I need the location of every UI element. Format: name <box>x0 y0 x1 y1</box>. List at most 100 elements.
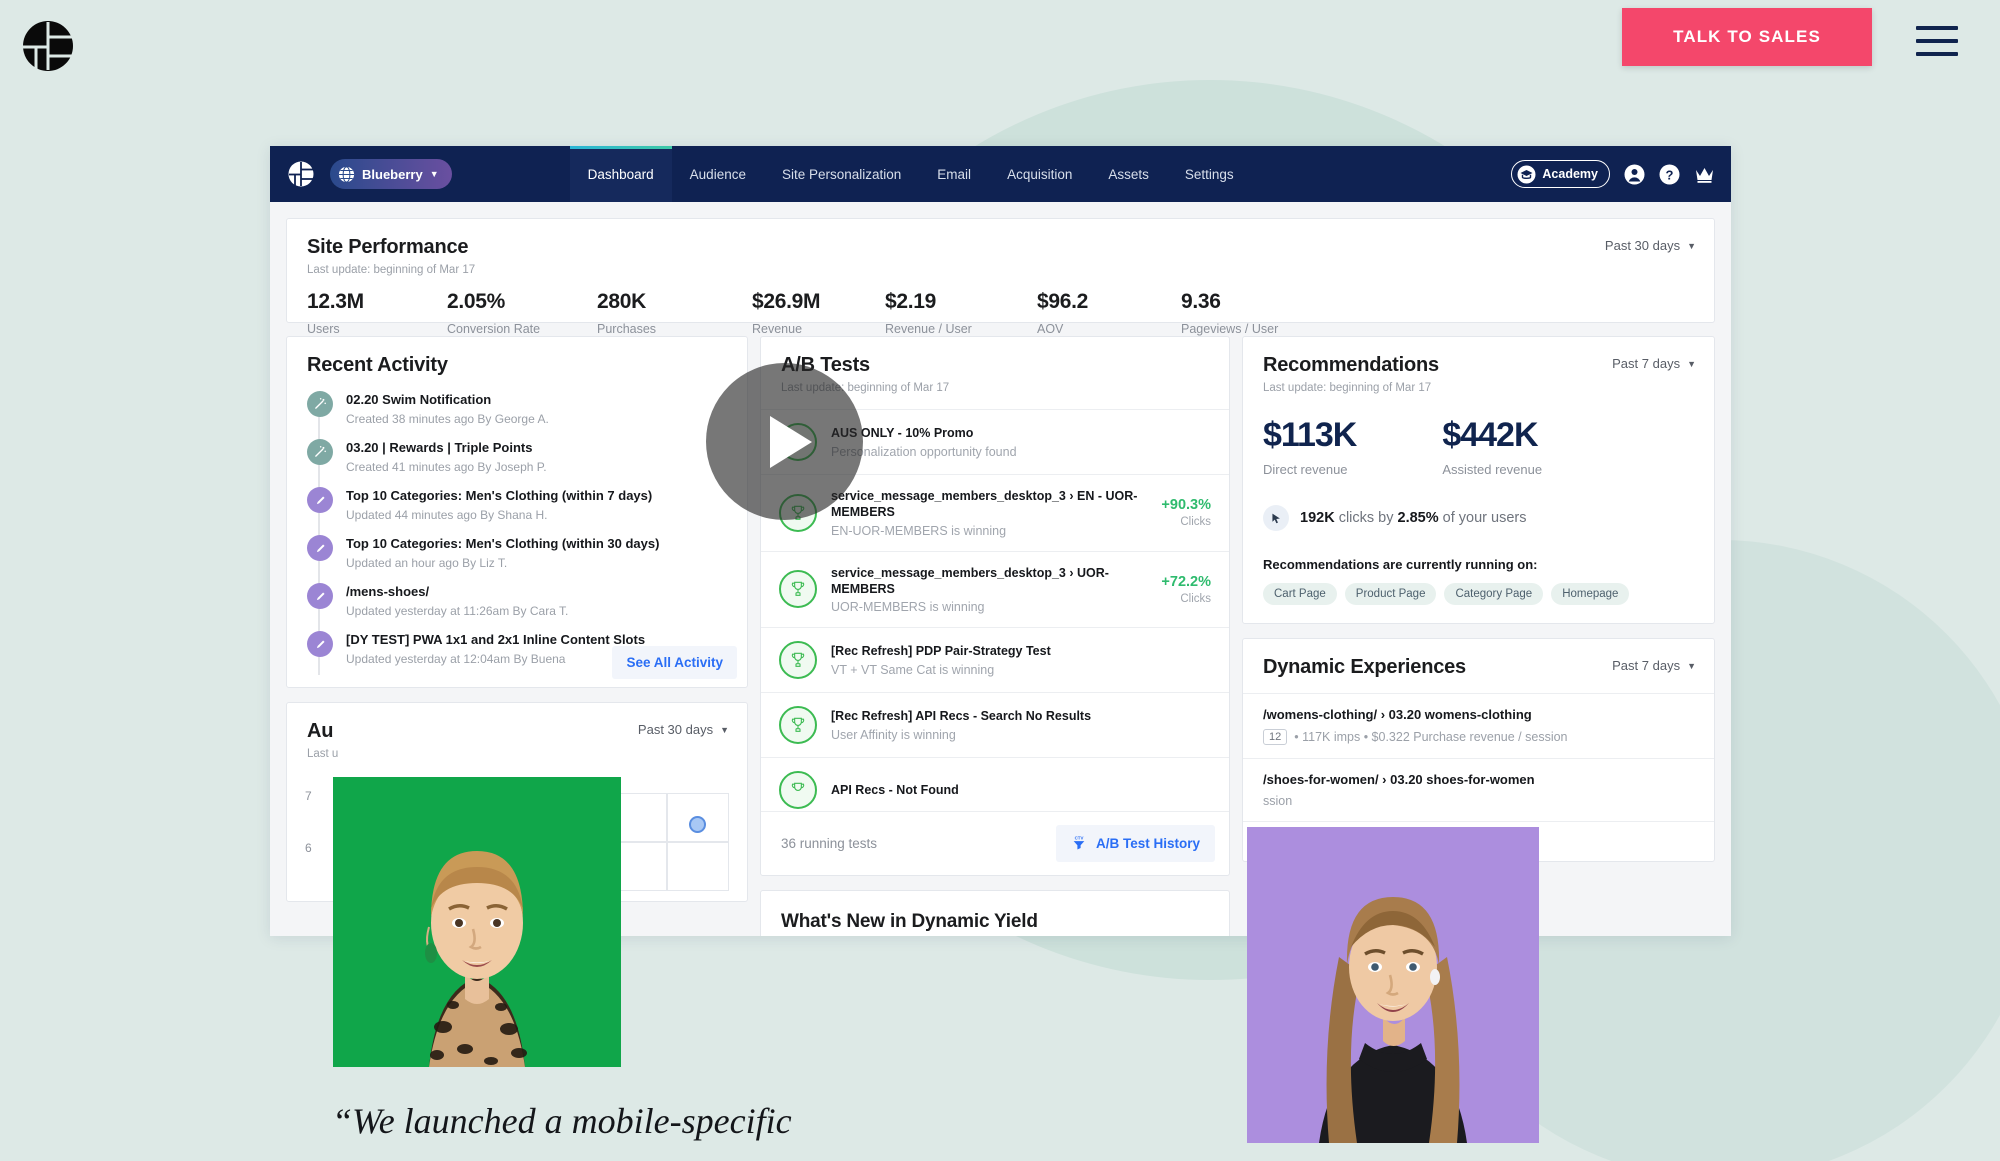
list-item[interactable]: /womens-clothing/ › 03.20 womens-clothin… <box>1243 693 1714 758</box>
experience-stats: ssion <box>1263 794 1293 808</box>
activity-text: 03.20 | Rewards | Triple Points Created … <box>346 439 547 478</box>
clicks-count: 192K <box>1300 510 1335 526</box>
ab-test-lift: +72.2% <box>1161 573 1211 590</box>
recommendations-running-label: Recommendations are currently running on… <box>1263 557 1538 572</box>
globe-icon <box>338 165 355 183</box>
activity-title: [DY TEST] PWA 1x1 and 2x1 Inline Content… <box>346 632 646 647</box>
axis-tick-label: 7 <box>305 789 312 803</box>
activity-title: Top 10 Categories: Men's Clothing (withi… <box>346 488 653 503</box>
account-icon[interactable] <box>1624 164 1645 185</box>
whats-new-card: What's New in Dynamic Yield <box>760 890 1230 936</box>
activity-text: /mens-shoes/ Updated yesterday at 11:26a… <box>346 583 568 622</box>
table-row[interactable]: service_message_members_desktop_3 › UOR-… <box>761 550 1229 628</box>
ab-test-subtitle: UOR-MEMBERS is winning <box>831 600 985 614</box>
crown-icon[interactable] <box>1694 164 1715 185</box>
hamburger-icon[interactable] <box>1916 26 1958 56</box>
site-selector[interactable]: Blueberry ▼ <box>330 159 452 189</box>
right-column: Recommendations Last update: beginning o… <box>1242 336 1715 862</box>
activity-meta: Updated an hour ago By Liz T. <box>346 556 508 571</box>
ab-test-main: service_message_members_desktop_3 › EN -… <box>831 488 1147 538</box>
play-button-icon[interactable] <box>706 363 863 520</box>
list-item[interactable]: /mens-shoes/ Updated yesterday at 11:26a… <box>295 583 747 631</box>
activity-text: Top 10 Categories: Men's Clothing (withi… <box>346 487 652 526</box>
site-performance-range-picker[interactable]: Past 30 days ▼ <box>1605 238 1696 253</box>
list-item[interactable]: 02.20 Swim Notification Created 38 minut… <box>295 391 747 439</box>
experience-meta: ssion <box>1263 794 1694 808</box>
list-item[interactable]: 03.20 | Rewards | Triple Points Created … <box>295 439 747 487</box>
cursor-icon <box>1263 505 1289 531</box>
table-row[interactable]: [Rec Refresh] API Recs - Search No Resul… <box>761 692 1229 757</box>
tab-email[interactable]: Email <box>919 146 989 202</box>
tab-site-personalization[interactable]: Site Personalization <box>764 146 919 202</box>
audience-data-point[interactable] <box>689 816 706 833</box>
svg-text:?: ? <box>1666 167 1674 182</box>
help-icon[interactable]: ? <box>1659 164 1680 185</box>
ab-test-main: service_message_members_desktop_3 › UOR-… <box>831 565 1147 615</box>
trophy-icon <box>779 706 817 744</box>
page-title: Site Performance <box>307 236 469 258</box>
see-all-activity-button[interactable]: See All Activity <box>612 646 737 679</box>
recommendations-page-tags: Cart Page Product Page Category Page Hom… <box>1243 572 1714 605</box>
see-all-wrap: See All Activity <box>612 646 737 679</box>
activity-list: 02.20 Swim Notification Created 38 minut… <box>287 391 747 679</box>
recommendations-header: Recommendations Last update: beginning o… <box>1243 337 1714 394</box>
tab-acquisition[interactable]: Acquisition <box>989 146 1090 202</box>
activity-meta: Updated yesterday at 11:26am By Cara T. <box>346 604 569 619</box>
trophy-icon <box>779 771 817 809</box>
range-label: Past 30 days <box>637 722 714 737</box>
tab-settings[interactable]: Settings <box>1167 146 1252 202</box>
assisted-revenue-label: Assisted revenue <box>1442 462 1543 477</box>
hamburger-bar <box>1916 39 1958 43</box>
chevron-down-icon: ▼ <box>1687 240 1696 251</box>
status-badge: Homepage <box>1551 583 1630 605</box>
kpi-revenue: $26.9M Revenue <box>752 290 885 336</box>
kpi-aov: $96.2 AOV <box>1037 290 1181 336</box>
dynamic-yield-logo[interactable] <box>22 20 74 72</box>
table-row[interactable]: API Recs - Not Found <box>761 757 1229 811</box>
recommendations-clicks-row: 192K clicks by 2.85% of your users <box>1243 477 1714 531</box>
chevron-down-icon: ▼ <box>1687 358 1696 369</box>
activity-meta: Updated yesterday at 12:04am By Buena <box>346 652 566 667</box>
activity-text: [DY TEST] PWA 1x1 and 2x1 Inline Content… <box>346 631 645 670</box>
ab-test-main: AUS ONLY - 10% Promo Personalization opp… <box>831 425 1211 458</box>
tab-assets[interactable]: Assets <box>1090 146 1167 202</box>
speaker-video-thumbnail-purple[interactable] <box>1247 827 1539 1143</box>
audience-header: Au Last u Past 30 days ▼ <box>287 703 747 760</box>
svg-text:CTV: CTV <box>1075 835 1084 840</box>
ab-test-history-label: A/B Test History <box>1095 836 1200 851</box>
academy-label: Academy <box>1542 167 1598 181</box>
table-row[interactable]: [Rec Refresh] PDP Pair-Strategy Test VT … <box>761 627 1229 692</box>
activity-text: Top 10 Categories: Men's Clothing (withi… <box>346 535 659 574</box>
list-item[interactable]: Top 10 Categories: Men's Clothing (withi… <box>295 535 747 583</box>
list-item[interactable]: Top 10 Categories: Men's Clothing (withi… <box>295 487 747 535</box>
kpi-users: 12.3M Users <box>307 290 447 336</box>
kpi-label: Revenue <box>752 322 803 336</box>
academy-button[interactable]: Academy <box>1511 160 1610 188</box>
trophy-icon <box>779 641 817 679</box>
activity-title: 03.20 | Rewards | Triple Points <box>346 440 533 455</box>
clicks-pct: 2.85% <box>1397 510 1439 526</box>
ab-test-title: [Rec Refresh] PDP Pair-Strategy Test <box>831 644 1051 659</box>
ab-test-history-button[interactable]: CTV A/B Test History <box>1055 825 1215 862</box>
assisted-revenue-metric: $442K Assisted revenue <box>1442 416 1542 477</box>
recommendations-range-picker[interactable]: Past 7 days ▼ <box>1612 356 1696 371</box>
tab-audience[interactable]: Audience <box>672 146 764 202</box>
kpi-revenue-per-user: $2.19 Revenue / User <box>885 290 1037 336</box>
list-item[interactable]: /shoes-for-women/ › 03.20 shoes-for-wome… <box>1243 758 1714 821</box>
speaker-video-thumbnail-green[interactable] <box>333 777 621 1067</box>
site-header: TALK TO SALES <box>0 0 2000 92</box>
recent-activity-card: Recent Activity 02.20 Swim Notification … <box>286 336 748 688</box>
dynamic-experiences-range-picker[interactable]: Past 7 days ▼ <box>1612 658 1696 673</box>
page-root: TALK TO SALES Blueberry ▼ Dashboard Audi… <box>0 0 2000 1161</box>
ab-test-metric: Clicks <box>1180 516 1211 529</box>
pencil-icon <box>307 583 333 609</box>
site-performance-subtitle: Last update: beginning of Mar 17 <box>307 264 476 276</box>
app-logo[interactable] <box>288 161 314 187</box>
tab-dashboard[interactable]: Dashboard <box>569 146 672 202</box>
talk-to-sales-button[interactable]: TALK TO SALES <box>1622 8 1872 66</box>
audience-range-picker[interactable]: Past 30 days ▼ <box>638 722 729 737</box>
kpi-value: $2.19 <box>885 290 937 313</box>
activity-title: Top 10 Categories: Men's Clothing (withi… <box>346 536 660 551</box>
ab-test-title: service_message_members_desktop_3 › UOR-… <box>831 565 1109 596</box>
recommendations-clicks-text: 192K clicks by 2.85% of your users <box>1300 510 1526 526</box>
